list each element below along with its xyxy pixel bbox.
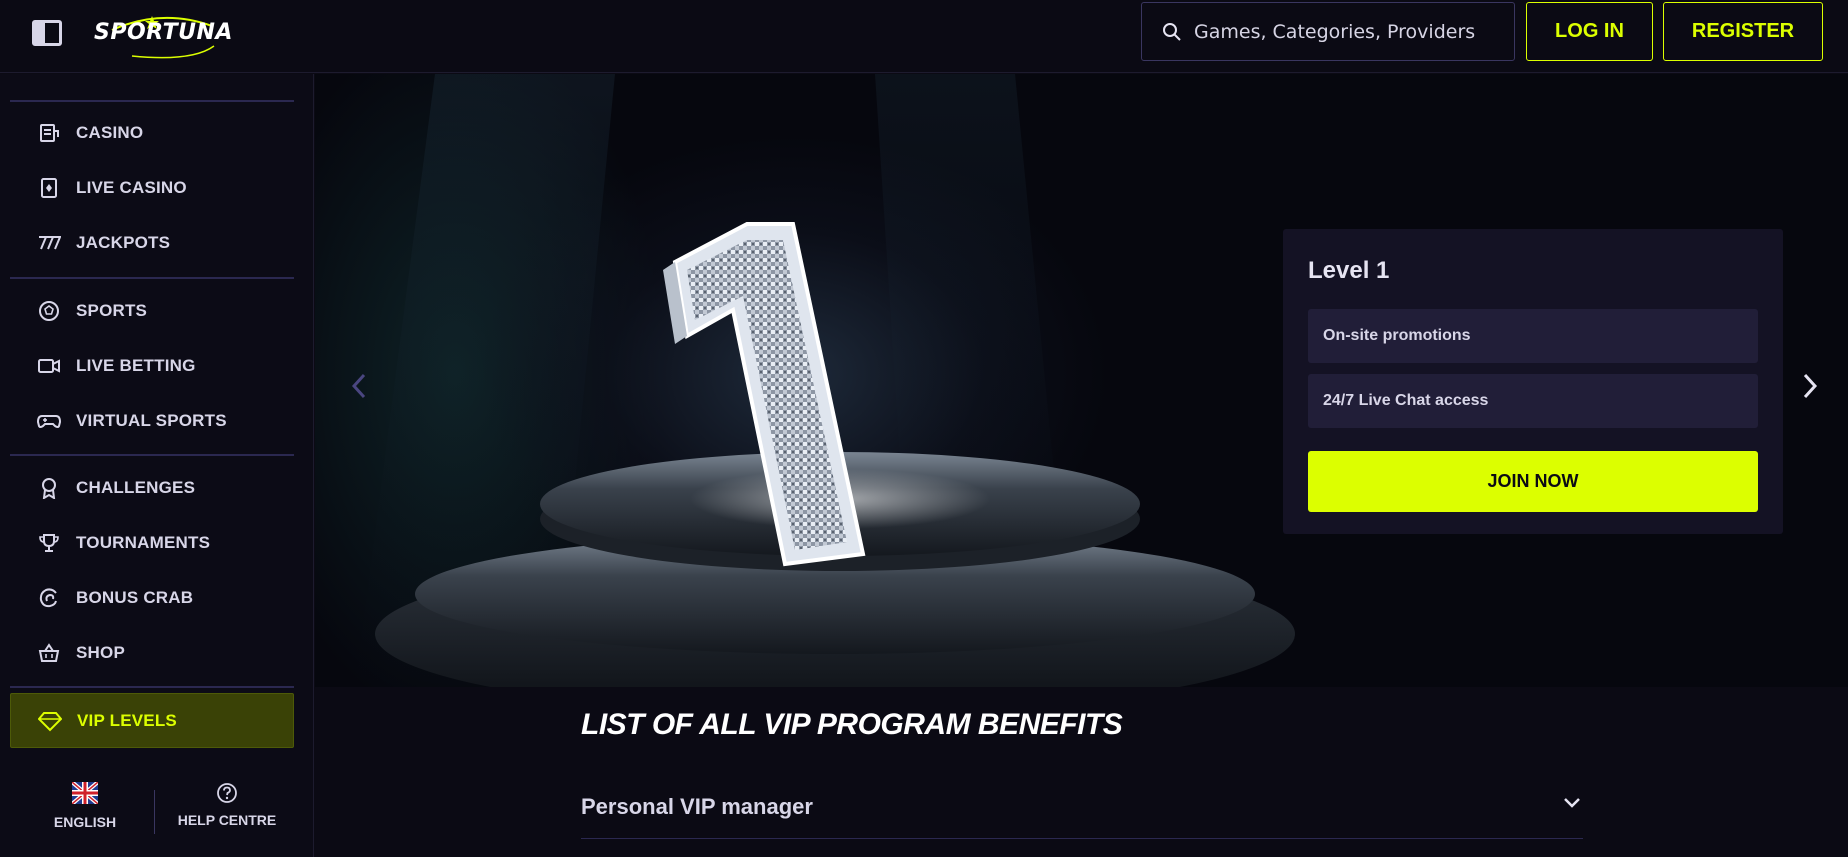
sidebar-item-tournaments[interactable]: TOURNAMENTS bbox=[10, 518, 294, 568]
footer-divider bbox=[154, 790, 155, 834]
sidebar: CASINO LIVE CASINO JACKPOTS SPORTS LIVE … bbox=[0, 74, 314, 857]
sidebar-divider bbox=[10, 277, 294, 279]
help-centre-link[interactable]: HELP CENTRE bbox=[172, 782, 282, 829]
register-button[interactable]: REGISTER bbox=[1663, 2, 1823, 61]
language-label: ENGLISH bbox=[53, 814, 117, 830]
sidebar-item-label: JACKPOTS bbox=[76, 233, 171, 252]
uk-flag-icon bbox=[72, 782, 98, 804]
soccer-ball-icon bbox=[36, 298, 62, 324]
level-title: Level 1 bbox=[1308, 257, 1390, 284]
benefit-row: On-site promotions bbox=[1308, 309, 1758, 363]
benefit-row: 24/7 Live Chat access bbox=[1308, 374, 1758, 428]
sidebar-toggle-icon[interactable] bbox=[32, 20, 62, 46]
vip-hero-banner: Level 1 On-site promotions 24/7 Live Cha… bbox=[315, 74, 1848, 687]
sidebar-divider bbox=[10, 454, 294, 456]
sidebar-item-sports[interactable]: SPORTS bbox=[10, 286, 294, 336]
sidebar-item-label: LIVE CASINO bbox=[76, 178, 187, 197]
login-button[interactable]: LOG IN bbox=[1526, 2, 1653, 61]
award-ribbon-icon bbox=[36, 475, 62, 501]
sidebar-item-vip-levels[interactable]: VIP LEVELS bbox=[10, 693, 294, 748]
help-centre-label: HELP CENTRE bbox=[177, 812, 277, 828]
sidebar-item-label: VIP LEVELS bbox=[77, 710, 177, 730]
logo[interactable]: SPORTUNA bbox=[92, 12, 232, 62]
sidebar-item-label: LIVE BETTING bbox=[76, 356, 196, 375]
carousel-prev-button[interactable] bbox=[344, 366, 374, 406]
logo-text: SPORTUNA bbox=[94, 20, 233, 45]
sidebar-item-live-casino[interactable]: LIVE CASINO bbox=[10, 163, 294, 213]
sidebar-item-label: CHALLENGES bbox=[76, 478, 196, 497]
sidebar-item-bonus-crab[interactable]: BONUS CRAB bbox=[10, 573, 294, 623]
sidebar-item-virtual-sports[interactable]: VIRTUAL SPORTS bbox=[10, 396, 294, 446]
search-box[interactable] bbox=[1141, 2, 1515, 61]
search-icon bbox=[1163, 22, 1181, 41]
level-card: Level 1 On-site promotions 24/7 Live Cha… bbox=[1283, 229, 1783, 534]
sidebar-item-casino[interactable]: CASINO bbox=[10, 108, 294, 158]
sidebar-item-jackpots[interactable]: JACKPOTS bbox=[10, 218, 294, 268]
jackpots-icon bbox=[36, 230, 62, 256]
casino-icon bbox=[36, 120, 62, 146]
chevron-left-icon bbox=[351, 373, 366, 399]
sidebar-item-live-betting[interactable]: LIVE BETTING bbox=[10, 341, 294, 391]
sidebar-item-label: SPORTS bbox=[76, 301, 148, 320]
sidebar-item-challenges[interactable]: CHALLENGES bbox=[10, 463, 294, 513]
accordion-label: Personal VIP manager bbox=[581, 793, 813, 819]
join-now-button[interactable]: JOIN NOW bbox=[1308, 451, 1758, 512]
language-selector[interactable]: ENGLISH bbox=[40, 782, 130, 831]
search-input[interactable] bbox=[1194, 20, 1514, 43]
sidebar-item-label: CASINO bbox=[76, 123, 144, 142]
sidebar-item-label: SHOP bbox=[76, 643, 125, 662]
sidebar-item-label: VIRTUAL SPORTS bbox=[76, 411, 227, 430]
sidebar-item-label: BONUS CRAB bbox=[76, 588, 194, 607]
chevron-down-icon bbox=[1564, 798, 1580, 808]
chevron-right-icon bbox=[1803, 373, 1818, 399]
gamepad-icon bbox=[36, 408, 62, 434]
video-camera-icon bbox=[36, 353, 62, 379]
top-bar: SPORTUNA LOG IN REGISTER bbox=[0, 0, 1848, 73]
sidebar-footer: ENGLISH HELP CENTRE bbox=[0, 774, 314, 857]
sidebar-divider bbox=[10, 100, 294, 102]
trophy-icon bbox=[36, 530, 62, 556]
benefits-heading: LIST OF ALL VIP PROGRAM BENEFITS bbox=[581, 708, 1123, 741]
help-icon bbox=[217, 783, 237, 803]
sidebar-divider bbox=[10, 686, 294, 688]
sidebar-item-label: TOURNAMENTS bbox=[76, 533, 211, 552]
sidebar-item-shop[interactable]: SHOP bbox=[10, 628, 294, 678]
carousel-next-button[interactable] bbox=[1795, 366, 1825, 406]
crab-icon bbox=[36, 585, 62, 611]
live-casino-icon bbox=[36, 175, 62, 201]
diamond-icon bbox=[37, 708, 63, 734]
benefit-accordion-item[interactable]: Personal VIP manager bbox=[581, 775, 1583, 839]
basket-icon bbox=[36, 640, 62, 666]
